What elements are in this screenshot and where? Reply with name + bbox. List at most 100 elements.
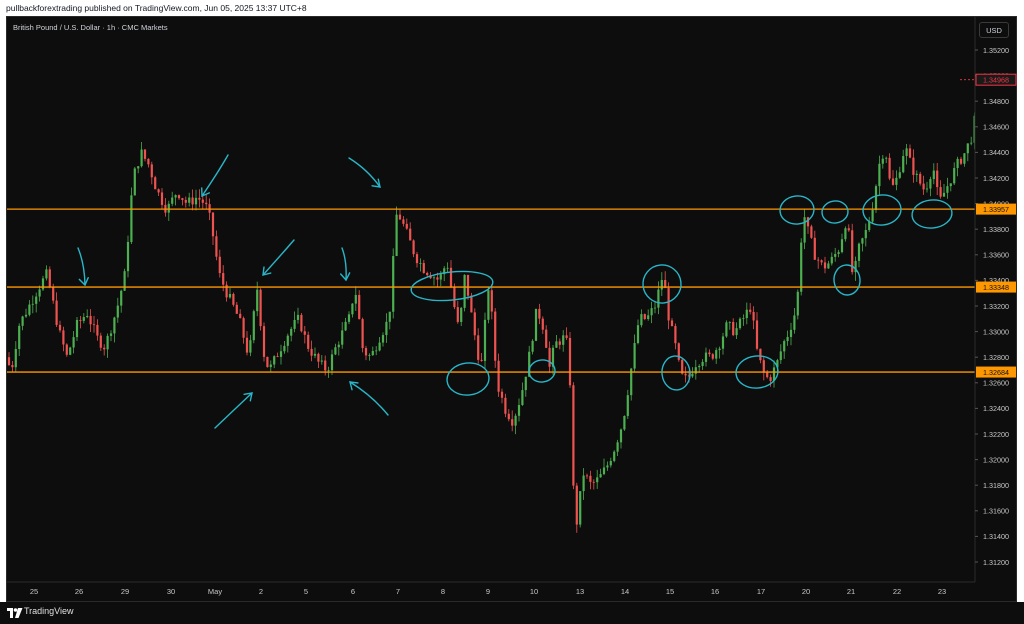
candle-body bbox=[558, 341, 561, 345]
candle-body bbox=[364, 348, 368, 356]
candle-body bbox=[453, 287, 456, 308]
candle-body bbox=[276, 356, 279, 357]
candle-body bbox=[619, 429, 623, 443]
candle-body bbox=[932, 170, 935, 180]
candle-body bbox=[449, 267, 453, 288]
y-tick-label: 1.31400 bbox=[983, 532, 1009, 541]
candle-body bbox=[402, 219, 405, 224]
candle-body bbox=[24, 314, 28, 317]
candle-body bbox=[198, 197, 201, 200]
candle-body bbox=[65, 344, 68, 355]
candle-body bbox=[378, 342, 381, 351]
candle-body bbox=[820, 260, 823, 263]
y-tick-label: 1.31200 bbox=[983, 558, 1009, 567]
candle-body bbox=[915, 173, 918, 175]
candle-body bbox=[942, 192, 946, 197]
candle-body bbox=[354, 294, 357, 304]
x-tick-label: 22 bbox=[893, 587, 901, 596]
candle-body bbox=[330, 354, 334, 371]
candle-body bbox=[728, 321, 731, 323]
candle-body bbox=[857, 243, 861, 261]
annotation-arrow bbox=[262, 239, 295, 276]
candle-body bbox=[194, 197, 198, 205]
candle-body bbox=[613, 451, 616, 461]
candlestick-chart[interactable]: 1.352001.350001.348001.346001.344001.342… bbox=[0, 0, 1024, 624]
candle-body bbox=[562, 335, 565, 345]
y-tick-label: 1.34400 bbox=[983, 148, 1009, 157]
annotation-circle bbox=[862, 194, 902, 226]
candle-body bbox=[715, 350, 718, 359]
candle-body bbox=[273, 356, 276, 365]
candle-body bbox=[524, 376, 527, 391]
level-price-label: 1.33348 bbox=[983, 283, 1009, 292]
annotation-arrow bbox=[201, 154, 229, 197]
candle-body bbox=[830, 256, 833, 264]
candle-body bbox=[381, 335, 385, 343]
candle-body bbox=[313, 353, 317, 356]
candle-body bbox=[79, 319, 82, 321]
candle-body bbox=[565, 335, 568, 338]
annotation-arrow bbox=[348, 157, 381, 188]
candle-body bbox=[160, 192, 164, 205]
candle-body bbox=[174, 195, 177, 198]
candle-body bbox=[477, 335, 480, 360]
candle-body bbox=[725, 322, 728, 337]
candle-body bbox=[439, 274, 442, 280]
candle-body bbox=[31, 303, 34, 305]
tradingview-logo-icon bbox=[7, 608, 23, 618]
candle-body bbox=[674, 326, 677, 344]
currency-button[interactable]: USD bbox=[979, 22, 1009, 38]
candle-body bbox=[242, 318, 245, 338]
candle-body bbox=[358, 294, 361, 320]
candle-body bbox=[215, 236, 218, 257]
candle-body bbox=[817, 259, 820, 261]
candle-body bbox=[228, 293, 232, 298]
candle-body bbox=[827, 263, 830, 269]
candle-body bbox=[143, 149, 147, 159]
y-tick-label: 1.32600 bbox=[983, 379, 1009, 388]
candle-body bbox=[888, 157, 891, 179]
candle-body bbox=[96, 324, 99, 336]
candle-body bbox=[517, 404, 521, 416]
x-tick-label: 13 bbox=[576, 587, 584, 596]
candle-body bbox=[803, 217, 806, 243]
candle-body bbox=[208, 204, 211, 213]
candle-body bbox=[137, 166, 140, 169]
x-tick-label: 8 bbox=[441, 587, 445, 596]
candle-body bbox=[466, 274, 470, 296]
candle-body bbox=[837, 252, 840, 254]
candle-body bbox=[643, 314, 646, 319]
candle-body bbox=[82, 317, 85, 321]
candle-body bbox=[262, 326, 266, 357]
candle-body bbox=[606, 465, 609, 468]
candle-body bbox=[650, 308, 653, 316]
candle-body bbox=[572, 385, 575, 486]
candle-body bbox=[205, 202, 208, 205]
candle-body bbox=[113, 317, 116, 334]
footer-bar: TradingView bbox=[0, 602, 1024, 624]
y-tick-label: 1.35200 bbox=[983, 46, 1009, 55]
candle-body bbox=[300, 314, 303, 332]
candle-body bbox=[211, 212, 215, 237]
candle-body bbox=[504, 397, 507, 414]
x-tick-label: 25 bbox=[30, 587, 38, 596]
candle-body bbox=[667, 288, 670, 321]
candle-body bbox=[653, 307, 657, 309]
candle-body bbox=[72, 337, 75, 348]
candle-body bbox=[14, 348, 17, 368]
candle-body bbox=[480, 359, 483, 361]
annotation-circle bbox=[528, 359, 556, 383]
candle-body bbox=[919, 173, 922, 184]
candle-body bbox=[953, 168, 956, 184]
candle-body bbox=[140, 149, 143, 167]
x-tick-label: 10 bbox=[530, 587, 538, 596]
annotation-arrowhead bbox=[339, 272, 351, 282]
candle-body bbox=[222, 273, 225, 285]
current-price-label: 1.34968 bbox=[983, 75, 1009, 84]
candle-body bbox=[585, 475, 589, 477]
candle-body bbox=[7, 357, 11, 365]
candle-body bbox=[963, 153, 966, 164]
candle-body bbox=[344, 321, 347, 331]
candle-body bbox=[936, 170, 939, 188]
candle-body bbox=[908, 148, 912, 158]
